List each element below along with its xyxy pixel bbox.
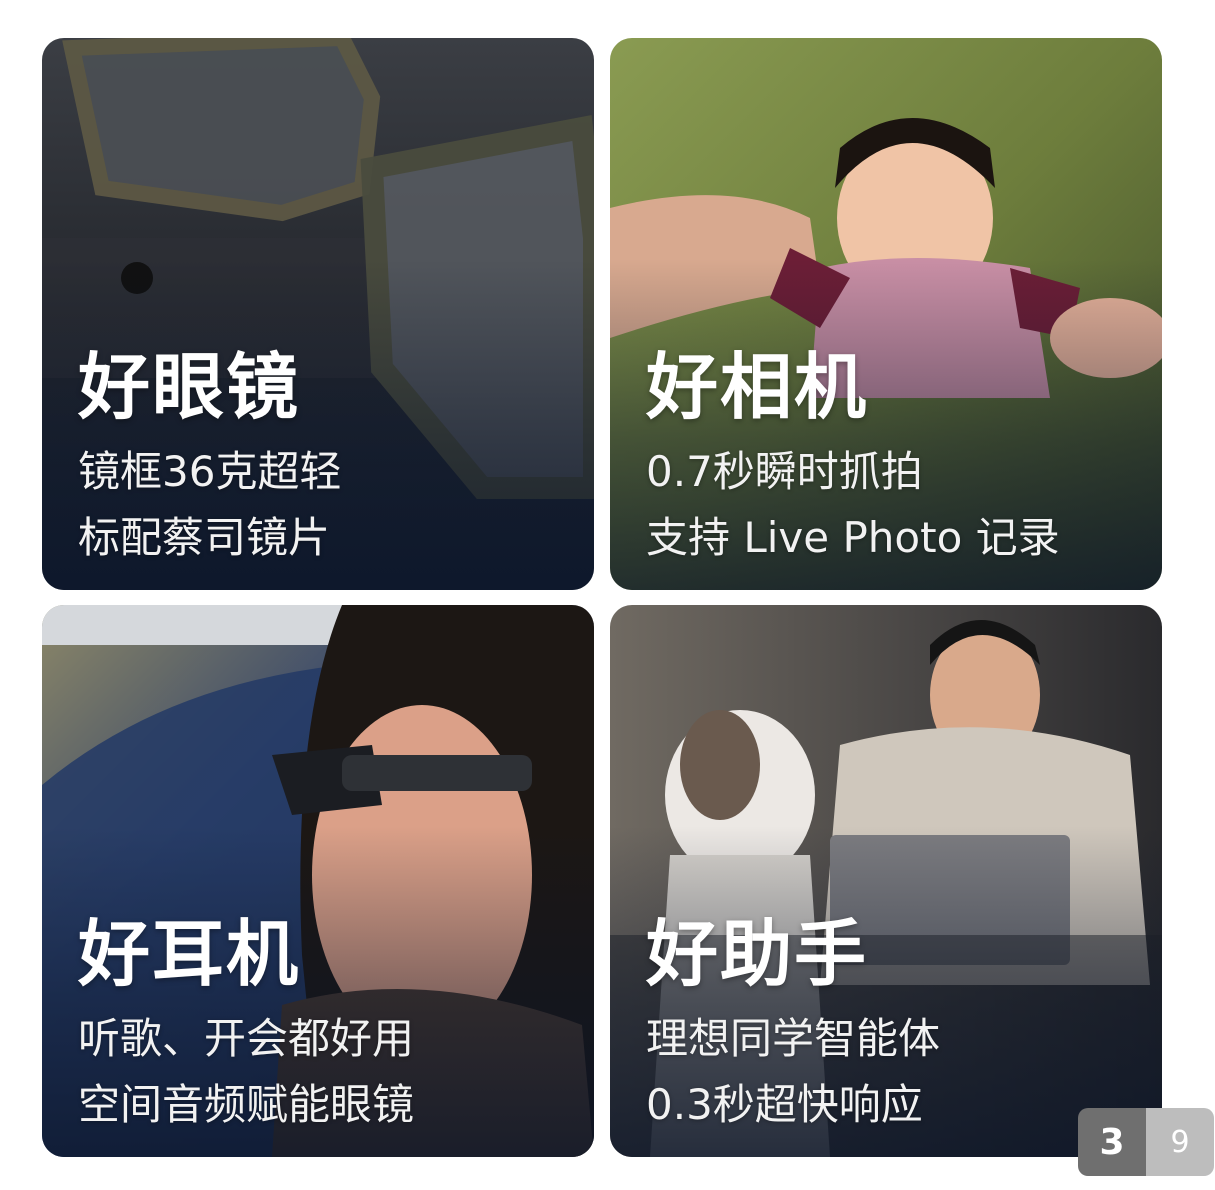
pager-total: 9 bbox=[1146, 1108, 1214, 1176]
card-subtitle-2: 空间音频赋能眼镜 bbox=[78, 1080, 415, 1129]
card-subtitle-1: 0.7秒瞬时抓拍 bbox=[646, 447, 923, 496]
card-title: 好相机 bbox=[646, 345, 869, 429]
card-subtitle-1: 镜框36克超轻 bbox=[78, 447, 342, 496]
card-subtitle-2: 支持 Live Photo 记录 bbox=[646, 513, 1060, 562]
card-title: 好耳机 bbox=[78, 912, 301, 996]
feature-card-glasses[interactable]: 好眼镜 镜框36克超轻 标配蔡司镜片 bbox=[42, 38, 594, 590]
card-subtitle-1: 听歌、开会都好用 bbox=[78, 1014, 415, 1063]
image-pager: 3 9 bbox=[1078, 1108, 1214, 1176]
pager-current: 3 bbox=[1078, 1108, 1146, 1176]
card-subtitle-2: 0.3秒超快响应 bbox=[646, 1080, 923, 1129]
card-subtitle-1: 理想同学智能体 bbox=[646, 1014, 941, 1063]
feature-card-assistant[interactable]: 好助手 理想同学智能体 0.3秒超快响应 bbox=[610, 605, 1162, 1157]
feature-card-camera[interactable]: 好相机 0.7秒瞬时抓拍 支持 Live Photo 记录 bbox=[610, 38, 1162, 590]
card-title: 好眼镜 bbox=[78, 345, 301, 429]
feature-card-headphones[interactable]: 好耳机 听歌、开会都好用 空间音频赋能眼镜 bbox=[42, 605, 594, 1157]
card-subtitle-2: 标配蔡司镜片 bbox=[78, 513, 331, 562]
card-title: 好助手 bbox=[646, 912, 869, 996]
